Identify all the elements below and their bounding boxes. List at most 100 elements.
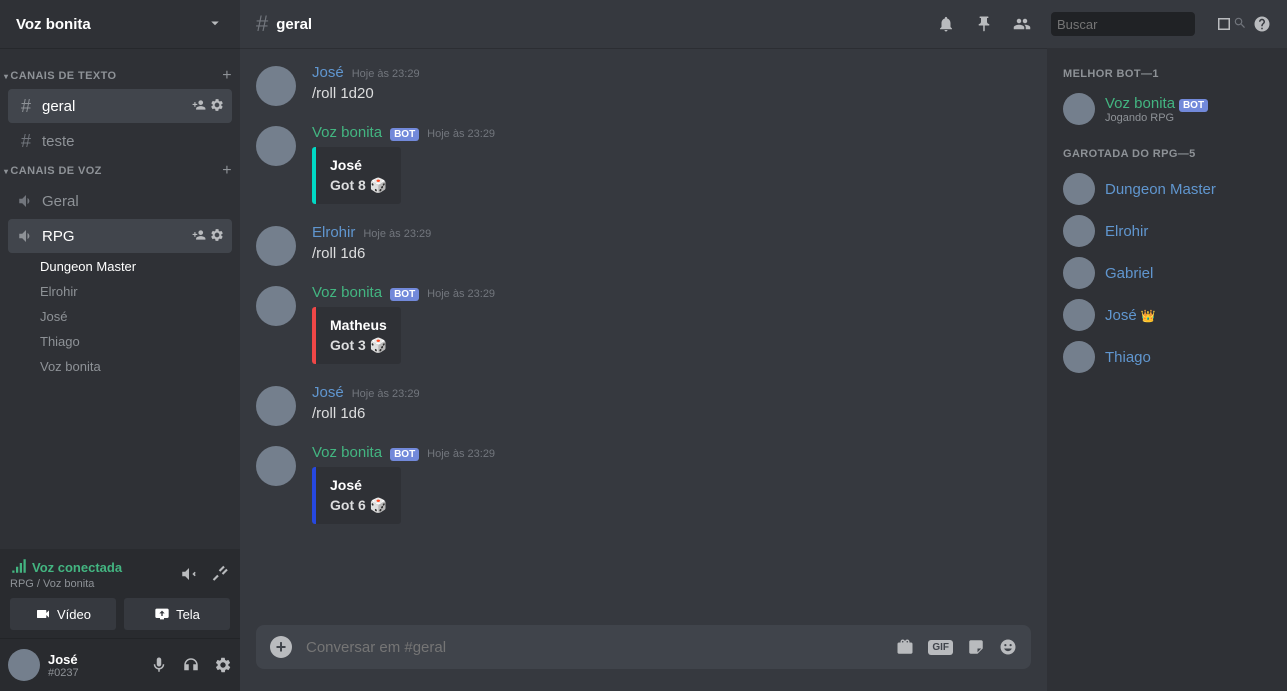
bot-tag: BOT xyxy=(390,448,419,461)
avatar xyxy=(1063,173,1095,205)
current-user-avatar[interactable] xyxy=(8,649,40,681)
message: JoséHoje às 23:29/roll 1d20 xyxy=(312,64,1031,104)
noise-suppression-icon[interactable] xyxy=(180,565,198,583)
message: Voz bonita BOT Hoje às 23:29 JoséGot 8 🎲 xyxy=(312,124,1031,204)
chevron-down-icon: ▾ xyxy=(4,167,8,176)
disconnect-icon[interactable] xyxy=(212,565,230,583)
channel-name: RPG xyxy=(42,228,186,245)
gear-icon[interactable] xyxy=(210,228,224,245)
voice-user[interactable]: Voz bonita xyxy=(0,354,240,379)
crown-icon: 👑 xyxy=(1141,309,1156,323)
message: José Hoje às 23:29/roll 1d6 xyxy=(312,384,1031,424)
category-header[interactable]: ▾CANAIS DE VOZ + xyxy=(0,159,240,183)
avatar[interactable] xyxy=(256,386,296,426)
pinned-icon[interactable] xyxy=(975,15,993,33)
bot-tag: BOT xyxy=(390,128,419,141)
voice-status-panel: Voz conectada RPG / Voz bonita Vídeo Tel… xyxy=(0,549,240,639)
member-name: Dungeon Master xyxy=(1105,181,1216,198)
member[interactable]: Gabriel xyxy=(1063,252,1279,294)
message-author[interactable]: Voz bonita xyxy=(312,444,382,461)
bot-tag: BOT xyxy=(390,288,419,301)
channel-sidebar: Voz bonita ▾CANAIS DE TEXTO+#geral#teste… xyxy=(0,0,240,691)
gear-icon[interactable] xyxy=(210,98,224,115)
message-input-box[interactable]: + GIF xyxy=(256,625,1031,669)
message: ElrohirHoje às 23:29/roll 1d6 xyxy=(312,224,1031,264)
message-author[interactable]: José xyxy=(312,384,344,401)
message-author[interactable]: Voz bonita xyxy=(312,284,382,301)
message-body: /roll 1d6 xyxy=(312,403,1031,424)
embed: MatheusGot 3 🎲 xyxy=(312,307,1031,364)
gift-icon[interactable] xyxy=(896,638,914,656)
settings-icon[interactable] xyxy=(214,656,232,674)
search-box[interactable] xyxy=(1051,12,1195,36)
voice-channel[interactable]: RPG xyxy=(8,219,232,253)
member-name: Voz bonita xyxy=(1105,95,1175,112)
server-header[interactable]: Voz bonita xyxy=(0,0,240,48)
current-user-tag: #0237 xyxy=(48,667,150,679)
text-channel[interactable]: #geral xyxy=(8,89,232,123)
invite-icon[interactable] xyxy=(192,98,206,115)
member[interactable]: Thiago xyxy=(1063,336,1279,378)
avatar[interactable] xyxy=(256,126,296,166)
voice-user[interactable]: Thiago xyxy=(0,329,240,354)
main-area: # geral JoséHoje às 23:29/roll 1d20Voz b… xyxy=(240,0,1287,691)
member[interactable]: Voz bonita BOTJogando RPG xyxy=(1063,88,1279,130)
sticker-icon[interactable] xyxy=(967,638,985,656)
embed: JoséGot 8 🎲 xyxy=(312,147,1031,204)
voice-user[interactable]: Dungeon Master xyxy=(0,254,240,279)
category-name: CANAIS DE TEXTO xyxy=(10,70,116,82)
member[interactable]: José👑 xyxy=(1063,294,1279,336)
help-icon[interactable] xyxy=(1253,15,1271,33)
message-timestamp: Hoje às 23:29 xyxy=(427,128,495,140)
search-input[interactable] xyxy=(1057,17,1233,32)
emoji-icon[interactable] xyxy=(999,638,1017,656)
hash-icon: # xyxy=(256,11,268,37)
deafen-icon[interactable] xyxy=(182,656,200,674)
voice-user[interactable]: Elrohir xyxy=(0,279,240,304)
dice-icon: 🎲 xyxy=(370,497,387,513)
add-channel-icon[interactable]: + xyxy=(222,67,232,85)
avatar[interactable] xyxy=(256,226,296,266)
channel-name: teste xyxy=(42,133,224,150)
invite-icon[interactable] xyxy=(192,228,206,245)
role-header: GAROTADA DO RPG—5 xyxy=(1063,148,1279,160)
user-panel: José #0237 xyxy=(0,639,240,691)
member-name: Thiago xyxy=(1105,349,1151,366)
voice-channel[interactable]: Geral xyxy=(8,184,232,218)
top-bar: # geral xyxy=(240,0,1287,48)
dice-icon: 🎲 xyxy=(370,177,387,193)
message-author[interactable]: Voz bonita xyxy=(312,124,382,141)
category-name: CANAIS DE VOZ xyxy=(10,165,101,177)
voice-channel-path[interactable]: RPG / Voz bonita xyxy=(10,578,122,590)
screen-share-button[interactable]: Tela xyxy=(124,598,230,630)
text-channel[interactable]: #teste xyxy=(8,124,232,158)
message: Voz bonitaBOTHoje às 23:29JoséGot 6 🎲 xyxy=(312,444,1031,524)
gif-icon[interactable]: GIF xyxy=(928,640,953,655)
mute-icon[interactable] xyxy=(150,656,168,674)
avatar xyxy=(1063,215,1095,247)
notifications-icon[interactable] xyxy=(937,15,955,33)
avatar[interactable] xyxy=(256,446,296,486)
avatar[interactable] xyxy=(256,66,296,106)
video-button[interactable]: Vídeo xyxy=(10,598,116,630)
inbox-icon[interactable] xyxy=(1215,15,1233,33)
embed-description: Got 3 🎲 xyxy=(330,337,387,354)
category-header[interactable]: ▾CANAIS DE TEXTO + xyxy=(0,64,240,88)
voice-user[interactable]: José xyxy=(0,304,240,329)
member[interactable]: Dungeon Master xyxy=(1063,168,1279,210)
message-timestamp: Hoje às 23:29 xyxy=(363,228,431,240)
avatar xyxy=(1063,93,1095,125)
attach-icon[interactable]: + xyxy=(270,636,292,658)
embed-description: Got 6 🎲 xyxy=(330,497,387,514)
embed-title: José xyxy=(330,477,387,493)
chevron-down-icon: ▾ xyxy=(4,72,8,81)
avatar[interactable] xyxy=(256,286,296,326)
member[interactable]: Elrohir xyxy=(1063,210,1279,252)
message-author[interactable]: Elrohir xyxy=(312,224,355,241)
member-list-icon[interactable] xyxy=(1013,15,1031,33)
message-body: /roll 1d20 xyxy=(312,83,1031,104)
message-author[interactable]: José xyxy=(312,64,344,81)
add-channel-icon[interactable]: + xyxy=(222,162,232,180)
message-timestamp: Hoje às 23:29 xyxy=(352,388,420,400)
message-input[interactable] xyxy=(306,639,882,656)
